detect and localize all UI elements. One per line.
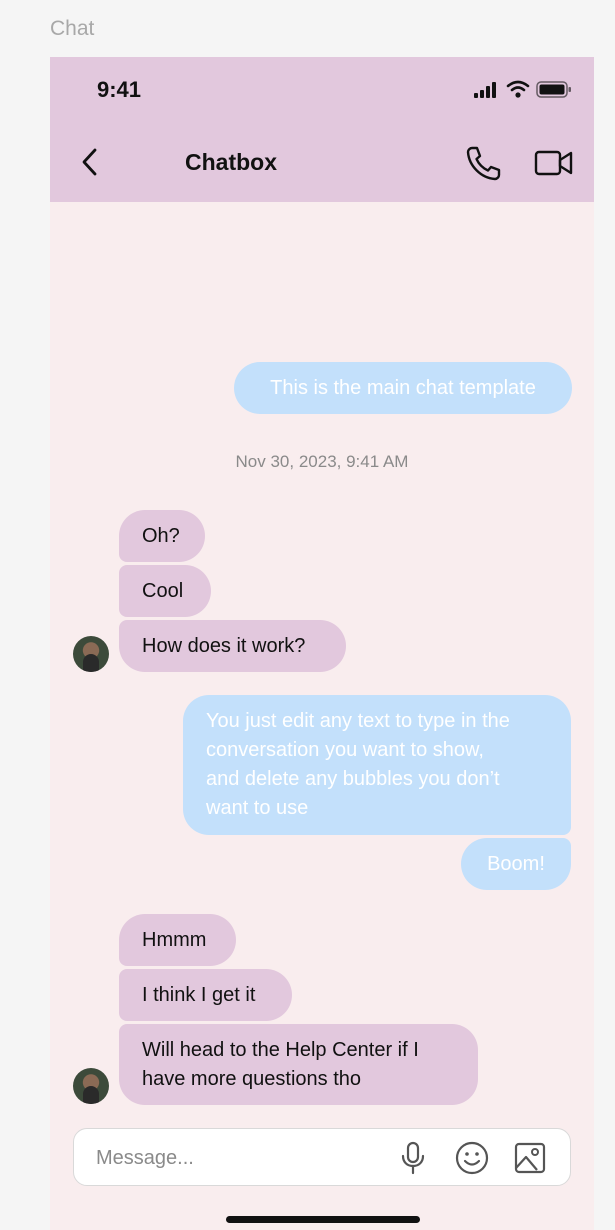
chat-header: 9:41 Chatbox bbox=[50, 57, 594, 202]
wifi-icon bbox=[506, 80, 530, 98]
incoming-message[interactable]: Hmmm bbox=[119, 914, 236, 966]
message-text-line: want to use bbox=[206, 797, 309, 819]
incoming-message[interactable]: Cool bbox=[119, 565, 211, 617]
message-text: Boom! bbox=[487, 853, 545, 875]
outgoing-message[interactable]: You just edit any text to type in the co… bbox=[183, 695, 571, 835]
message-text: I think I get it bbox=[142, 984, 256, 1006]
outgoing-message[interactable]: This is the main chat template bbox=[234, 362, 572, 414]
message-text: Oh? bbox=[142, 525, 180, 547]
status-icons bbox=[474, 80, 574, 100]
incoming-message[interactable]: Will head to the Help Center if I have m… bbox=[119, 1024, 478, 1105]
message-text: Hmmm bbox=[142, 929, 207, 951]
microphone-icon bbox=[401, 1141, 425, 1175]
message-input[interactable] bbox=[96, 1143, 366, 1173]
frame-label: Chat bbox=[50, 17, 95, 40]
attach-image-button[interactable] bbox=[513, 1141, 547, 1175]
voice-message-button[interactable] bbox=[396, 1141, 430, 1175]
chat-title: Chatbox bbox=[185, 149, 277, 175]
incoming-message[interactable]: How does it work? bbox=[119, 620, 346, 672]
message-text: How does it work? bbox=[142, 635, 306, 657]
message-text-line: have more questions tho bbox=[142, 1068, 362, 1090]
outgoing-message[interactable]: Boom! bbox=[461, 838, 571, 890]
contact-avatar[interactable] bbox=[73, 636, 109, 672]
phone-screen: 9:41 Chatbox This is the main chat templ… bbox=[50, 57, 594, 1230]
message-text-line: and delete any bubbles you don’t bbox=[206, 768, 500, 790]
message-composer bbox=[73, 1128, 571, 1186]
video-camera-icon bbox=[534, 150, 573, 176]
emoji-button[interactable] bbox=[455, 1141, 489, 1175]
incoming-message[interactable]: I think I get it bbox=[119, 969, 292, 1021]
image-icon bbox=[514, 1142, 546, 1174]
battery-icon bbox=[536, 81, 571, 98]
contact-avatar[interactable] bbox=[73, 1068, 109, 1104]
voice-call-button[interactable] bbox=[464, 145, 502, 181]
message-text-line: conversation you want to show, bbox=[206, 739, 484, 761]
smiley-icon bbox=[455, 1141, 489, 1175]
message-text: Cool bbox=[142, 580, 184, 602]
message-text-line: You just edit any text to type in the bbox=[206, 710, 510, 732]
video-call-button[interactable] bbox=[534, 147, 574, 179]
status-time: 9:41 bbox=[97, 77, 142, 102]
message-text: This is the main chat template bbox=[270, 377, 536, 399]
cellular-signal-icon bbox=[474, 82, 496, 98]
phone-icon bbox=[466, 146, 501, 181]
message-text-line: Will head to the Help Center if I bbox=[142, 1039, 419, 1061]
home-indicator[interactable] bbox=[226, 1216, 420, 1223]
conversation-timestamp: Nov 30, 2023, 9:41 AM bbox=[235, 452, 409, 471]
incoming-message[interactable]: Oh? bbox=[119, 510, 205, 562]
